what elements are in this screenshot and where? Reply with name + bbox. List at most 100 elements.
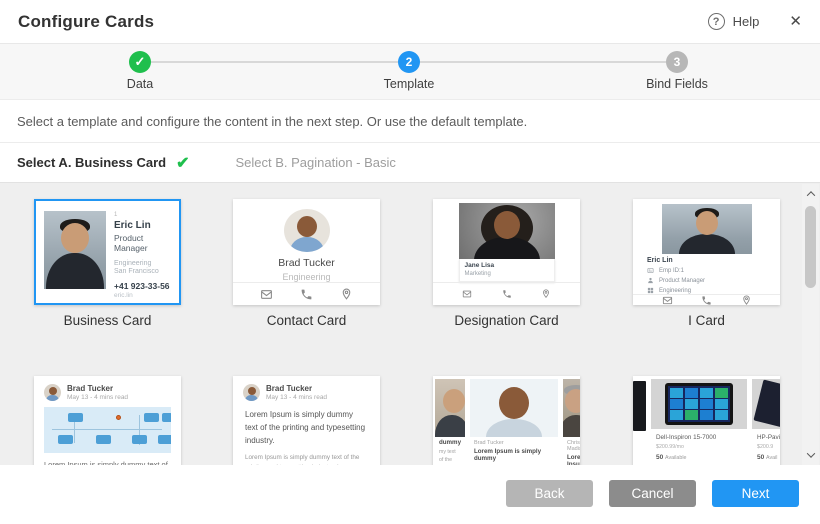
phone-icon xyxy=(701,295,712,305)
people-carousel-preview: dummy my text of the Brad Tucker Lorem I… xyxy=(433,376,580,465)
i-card-preview: Eric Lin Emp ID:1 Product Manager Engine… xyxy=(633,199,780,305)
carousel-item-right: HP-Pavi $200.9 50 Avail Lorem Ips xyxy=(752,379,780,465)
employee-email: eric.lin xyxy=(114,292,171,299)
template-label: Designation Card xyxy=(433,313,580,328)
scroll-down-button[interactable] xyxy=(802,447,819,463)
template-tile-contact-card[interactable]: Brad Tucker Engineering Contact Card xyxy=(233,199,380,328)
person-photo xyxy=(435,379,465,437)
feed-image-card-preview: Brad Tucker May 13 - 4 mins read xyxy=(34,376,181,465)
carousel-item-right: Chris Madison Lorem Ipsum is a Lorem Ips… xyxy=(563,379,580,465)
step-data-circle[interactable]: ✓ xyxy=(129,51,151,73)
template-tile-i-card[interactable]: Eric Lin Emp ID:1 Product Manager Engine… xyxy=(633,199,780,328)
configure-cards-dialog: Configure Cards ? Help ✕ ✓ 2 3 Data Temp… xyxy=(0,0,820,524)
product-price: $200.9 xyxy=(752,441,780,450)
close-icon[interactable]: ✕ xyxy=(789,14,802,29)
flowchart-image xyxy=(44,407,171,453)
check-icon: ✔ xyxy=(176,153,189,173)
employee-phone: +41 923-33-56 xyxy=(114,281,171,291)
back-button[interactable]: Back xyxy=(506,480,593,507)
grid-icon xyxy=(647,287,654,294)
feed-meta: May 13 - 4 mins read xyxy=(266,394,327,401)
employee-title: Product Manager xyxy=(114,233,171,253)
contact-actions xyxy=(633,294,780,305)
help-link[interactable]: Help xyxy=(733,14,760,29)
carousel-item-left: dummy my text of the xyxy=(435,379,465,465)
instruction-text: Select a template and configure the cont… xyxy=(0,100,820,143)
template-tile-business-card[interactable]: 1 Eric Lin Product Manager Engineering S… xyxy=(34,199,181,328)
stepper-connector xyxy=(420,61,666,63)
person-photo xyxy=(470,379,558,437)
step-template-circle[interactable]: 2 xyxy=(398,51,420,73)
scroll-up-button[interactable] xyxy=(802,186,819,202)
avatar xyxy=(44,384,61,401)
mail-icon xyxy=(662,295,673,305)
carousel-item-center: Brad Tucker Lorem Ipsum is simply dummy … xyxy=(470,379,558,465)
dialog-footer: Back Cancel Next xyxy=(0,465,820,524)
chevron-down-icon xyxy=(806,449,814,457)
stepper-connector xyxy=(151,61,398,63)
step-data-label: Data xyxy=(80,77,200,91)
feed-body: Lorem Ipsum is simply dummy text of the … xyxy=(233,447,380,465)
product-photo-partial xyxy=(752,379,780,429)
designation-card-preview: Jane Lisa Marketing xyxy=(433,199,580,305)
product-stock: 50 Available xyxy=(651,450,747,461)
employee-id: Emp ID:1 xyxy=(659,268,684,274)
wizard-stepper: ✓ 2 3 Data Template Bind Fields xyxy=(0,44,820,100)
template-tile-designation-card[interactable]: Jane Lisa Marketing Designation Card xyxy=(433,199,580,328)
product-name: Dell-Inspiron 15-7000 xyxy=(651,429,747,441)
employee-dept: Engineering xyxy=(659,288,691,294)
phone-icon xyxy=(300,288,313,301)
contact-card-preview: Brad Tucker Engineering xyxy=(233,199,380,305)
mail-icon xyxy=(260,288,273,301)
carousel-item-center: Dell-Inspiron 15-7000 $200.99/mo 50 Avai… xyxy=(651,379,747,465)
mail-icon xyxy=(462,289,472,299)
product-photo xyxy=(651,379,747,429)
product-carousel-preview: Dell-Inspiron 15-7000 $200.99/mo 50 Avai… xyxy=(633,376,780,465)
employee-dept: Marketing xyxy=(465,271,549,277)
employee-name: Eric Lin xyxy=(114,220,171,231)
chevron-up-icon xyxy=(806,191,814,199)
help-icon[interactable]: ? xyxy=(708,13,725,30)
vertical-scrollbar[interactable] xyxy=(802,184,819,465)
feed-lead: Lorem Ipsum is simply dummy text of the … xyxy=(233,401,380,447)
location-icon xyxy=(340,288,353,301)
tab-select-b-pagination-basic[interactable]: Select B. Pagination - Basic xyxy=(235,155,395,170)
id-badge-icon xyxy=(647,267,654,274)
template-tile-feed-image-card[interactable]: Brad Tucker May 13 - 4 mins read xyxy=(34,376,181,465)
employee-photo xyxy=(662,204,752,254)
employee-city: San Francisco xyxy=(114,268,171,275)
template-tile-product-carousel-card[interactable]: Dell-Inspiron 15-7000 $200.99/mo 50 Avai… xyxy=(633,376,780,465)
employee-dept: Engineering xyxy=(114,260,171,267)
scrollbar-thumb[interactable] xyxy=(805,206,816,288)
template-label: I Card xyxy=(633,313,780,328)
template-tile-people-carousel-card[interactable]: dummy my text of the Brad Tucker Lorem I… xyxy=(433,376,580,465)
template-label: Business Card xyxy=(34,313,181,328)
template-label: Contact Card xyxy=(233,313,380,328)
business-card-preview: 1 Eric Lin Product Manager Engineering S… xyxy=(34,199,181,305)
template-gallery: 1 Eric Lin Product Manager Engineering S… xyxy=(0,182,820,465)
dialog-header: Configure Cards ? Help ✕ xyxy=(0,0,820,44)
step-bind-fields-circle[interactable]: 3 xyxy=(666,51,688,73)
step-template-label: Template xyxy=(349,77,469,91)
laptop-image xyxy=(665,383,733,425)
tab-select-a-business-card[interactable]: Select A. Business Card ✔ xyxy=(17,153,189,173)
location-icon xyxy=(541,289,551,299)
product-photo-partial xyxy=(633,381,646,431)
employee-photo xyxy=(459,203,555,259)
contact-dept: Engineering xyxy=(282,272,330,282)
product-stock: 50 Avail xyxy=(752,450,780,461)
product-name: HP-Pavi xyxy=(752,429,780,441)
cancel-button[interactable]: Cancel xyxy=(609,480,696,507)
employee-photo xyxy=(44,211,106,289)
page-title: Configure Cards xyxy=(18,12,154,32)
feed-author: Brad Tucker xyxy=(67,384,128,393)
step-bind-fields-label: Bind Fields xyxy=(617,77,737,91)
employee-title: Product Manager xyxy=(659,278,705,284)
employee-name: Eric Lin xyxy=(647,257,766,264)
person-photo xyxy=(563,379,580,437)
product-price: $200.99/mo xyxy=(651,441,747,450)
feed-meta: May 13 - 4 mins read xyxy=(67,394,128,401)
contact-actions xyxy=(233,282,380,305)
next-button[interactable]: Next xyxy=(712,480,799,507)
template-tile-feed-text-card[interactable]: Brad Tucker May 13 - 4 mins read Lorem I… xyxy=(233,376,380,465)
